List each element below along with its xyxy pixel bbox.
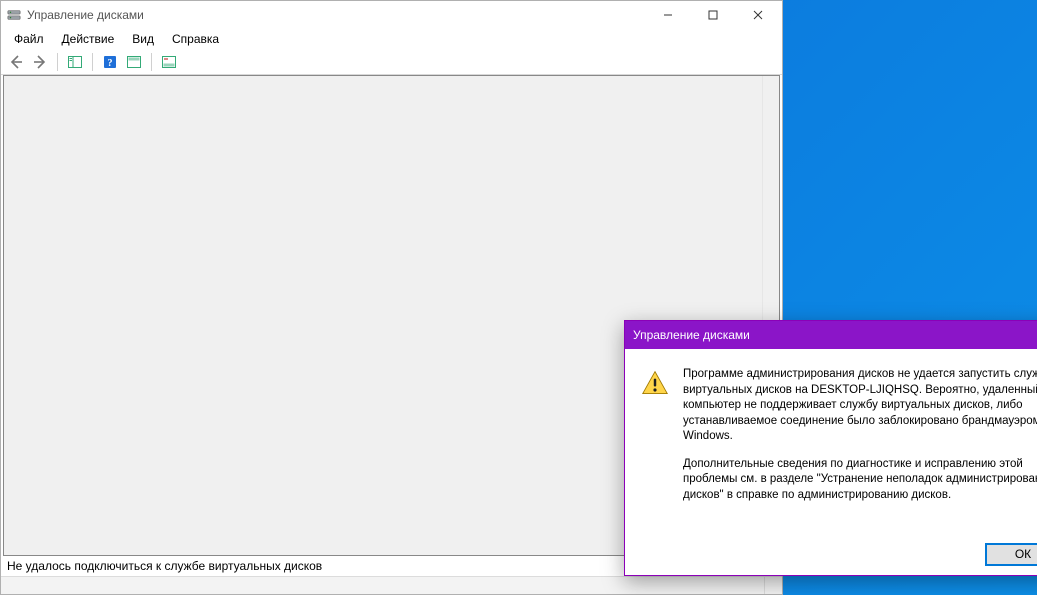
help-button[interactable]: ? bbox=[99, 51, 121, 73]
dialog-close-button[interactable] bbox=[1033, 321, 1037, 349]
menu-help[interactable]: Справка bbox=[163, 30, 228, 48]
menu-view[interactable]: Вид bbox=[123, 30, 163, 48]
menu-action[interactable]: Действие bbox=[53, 30, 124, 48]
status-text: Не удалось подключиться к службе виртуал… bbox=[7, 559, 322, 573]
view-top-button[interactable] bbox=[123, 51, 145, 73]
view-bottom-button[interactable] bbox=[158, 51, 180, 73]
close-button[interactable] bbox=[735, 1, 780, 29]
dialog-message: Программе администрирования дисков не уд… bbox=[683, 367, 1037, 523]
dialog-title: Управление дисками bbox=[633, 328, 1033, 342]
minimize-button[interactable] bbox=[645, 1, 690, 29]
show-hide-tree-button[interactable] bbox=[64, 51, 86, 73]
nav-forward-button[interactable] bbox=[29, 51, 51, 73]
error-dialog: Управление дисками Программе администрир… bbox=[624, 320, 1037, 576]
dialog-footer: ОК bbox=[625, 533, 1037, 575]
dialog-paragraph-2: Дополнительные сведения по диагностике и… bbox=[683, 457, 1037, 504]
toolbar-separator bbox=[151, 53, 152, 71]
nav-back-button[interactable] bbox=[5, 51, 27, 73]
horizontal-scrollbar[interactable] bbox=[1, 577, 765, 594]
warning-icon bbox=[639, 367, 671, 523]
menu-file[interactable]: Файл bbox=[5, 30, 53, 48]
window-controls bbox=[645, 1, 780, 29]
scroll-corner bbox=[765, 577, 782, 594]
toolbar: ? bbox=[1, 49, 782, 75]
dialog-paragraph-1: Программе администрирования дисков не уд… bbox=[683, 367, 1037, 445]
app-icon bbox=[7, 8, 21, 22]
titlebar[interactable]: Управление дисками bbox=[1, 1, 782, 29]
toolbar-separator bbox=[92, 53, 93, 71]
svg-text:?: ? bbox=[108, 58, 113, 69]
toolbar-separator bbox=[57, 53, 58, 71]
dialog-titlebar[interactable]: Управление дисками bbox=[625, 321, 1037, 349]
ok-button[interactable]: ОК bbox=[985, 543, 1037, 566]
lower-pane bbox=[1, 576, 782, 594]
window-title: Управление дисками bbox=[27, 8, 645, 22]
menubar: Файл Действие Вид Справка bbox=[1, 29, 782, 49]
dialog-body: Программе администрирования дисков не уд… bbox=[625, 349, 1037, 533]
maximize-button[interactable] bbox=[690, 1, 735, 29]
